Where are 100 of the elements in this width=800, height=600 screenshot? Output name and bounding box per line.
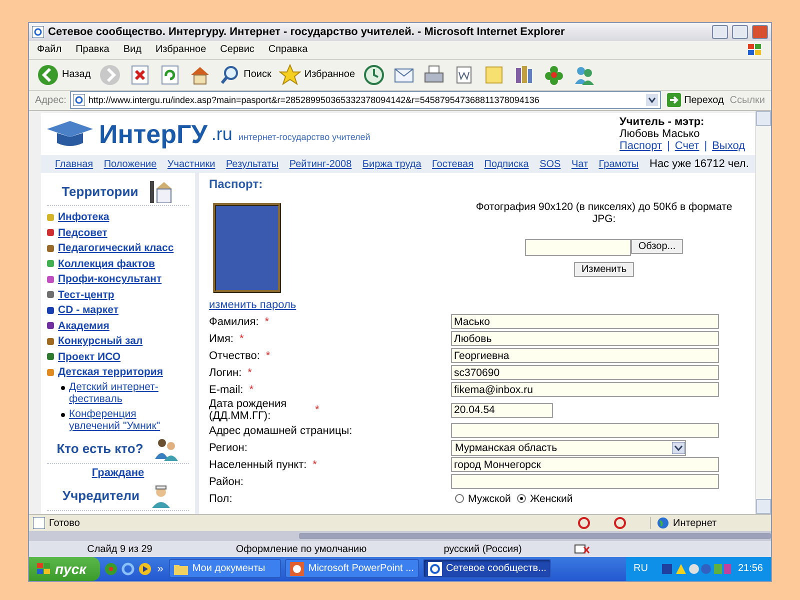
blocked-icon: [578, 517, 590, 530]
tagline: интернет-государство учителей: [238, 132, 370, 142]
tray-icons-drawing: [662, 562, 732, 576]
submit-button[interactable]: Изменить: [574, 262, 634, 278]
browser-icon[interactable]: [121, 562, 136, 576]
sidebar-link[interactable]: Коллекция фактов: [58, 258, 155, 270]
radio-option[interactable]: Женский: [516, 492, 573, 505]
section-title: Учредители: [62, 488, 140, 504]
sidebar-link[interactable]: CD - маркет: [58, 304, 118, 316]
region-dropdown[interactable]: Мурманская область: [451, 440, 686, 456]
text-field[interactable]: fikema@inbox.ru: [451, 382, 719, 398]
menu-item[interactable]: Сервис: [220, 44, 254, 56]
nav-link[interactable]: Главная: [55, 158, 94, 170]
text-field[interactable]: Георгиевна: [451, 348, 719, 364]
sidebar-link[interactable]: Детская территория: [58, 366, 163, 378]
go-button[interactable]: Переход: [665, 93, 726, 108]
sidebar-sublink[interactable]: Детский интернет-фестиваль: [69, 380, 189, 405]
maximize-button[interactable]: [732, 24, 748, 39]
menu-item[interactable]: Вид: [123, 44, 142, 56]
menu-item[interactable]: Файл: [37, 44, 62, 56]
bullet-icon: [61, 386, 65, 390]
sidebar-link[interactable]: Проект ИСО: [58, 350, 121, 363]
menu-item[interactable]: Избранное: [155, 44, 206, 56]
nav-link[interactable]: Рейтинг-2008: [289, 158, 352, 170]
windows-flag-icon: [747, 42, 763, 57]
sidebar-link[interactable]: Инфотека: [58, 211, 110, 224]
more-button[interactable]: »: [155, 562, 166, 575]
nav-link[interactable]: Участники: [167, 158, 216, 170]
file-field[interactable]: [525, 239, 632, 256]
field-label: Логин:: [209, 366, 242, 379]
text-field[interactable]: Масько: [451, 314, 719, 330]
page-icon: [73, 94, 86, 106]
menu-item[interactable]: Справка: [268, 44, 308, 56]
star-icon: [279, 64, 302, 86]
date-field[interactable]: 20.04.54: [451, 402, 553, 418]
bullet-icon: [61, 412, 65, 417]
nav-link[interactable]: Результаты: [226, 158, 279, 170]
media-player-icon[interactable]: [138, 562, 152, 576]
address-label: Адрес:: [35, 94, 66, 106]
taskbar-button[interactable]: Мои документы: [169, 559, 282, 578]
sidebar-sublink[interactable]: Конференция увлечений "Умник": [69, 408, 189, 432]
user-name: Любовь Масько: [620, 128, 701, 140]
user-role: Учитель - мэтр:: [620, 116, 706, 128]
sidebar-link[interactable]: Граждане: [92, 466, 144, 479]
field-label: Адрес домашней страницы:: [209, 424, 352, 437]
nav-link[interactable]: Гостевая: [432, 158, 474, 170]
address-field[interactable]: http://www.intergu.ru/index.asp?main=pasport&r=285289950365332378094142&r=545879547368811378094136: [70, 91, 662, 110]
scrollbar[interactable]: [299, 533, 771, 540]
page-icon: [428, 562, 442, 576]
toolbar-button[interactable]: Поиск: [216, 62, 274, 88]
nav-link[interactable]: Чат: [571, 158, 588, 170]
section-title: Кто есть кто?: [56, 441, 144, 456]
scrollbar[interactable]: [755, 111, 771, 514]
zone-label: Интернет: [673, 518, 717, 529]
text-field[interactable]: sc370690: [451, 365, 719, 380]
user-link[interactable]: Счет: [674, 140, 700, 152]
search-icon: [218, 64, 241, 86]
nav-link[interactable]: SOS: [540, 158, 561, 170]
user-link[interactable]: Выход: [712, 140, 745, 152]
arrow-icon: [667, 93, 682, 108]
field-label: Район:: [209, 476, 244, 488]
logo-text: ИнтерГУ: [99, 118, 208, 150]
sidebar-link[interactable]: Конкурсный зал: [58, 335, 143, 348]
close-button[interactable]: [752, 24, 768, 39]
text-field[interactable]: [451, 423, 719, 438]
taskbar-button[interactable]: Microsoft PowerPoint ...: [285, 559, 419, 578]
browse-button[interactable]: Обзор...: [631, 239, 683, 254]
building-icon: [148, 179, 174, 204]
minimize-button[interactable]: [712, 24, 728, 39]
page-icon: [32, 26, 44, 38]
separator: |: [667, 140, 670, 152]
field-label: Фамилия:: [209, 316, 259, 328]
field-label: Населенный пункт:: [209, 458, 307, 471]
text-field[interactable]: город Мончегорск: [451, 457, 719, 472]
sidebar-link[interactable]: Профи-консультант: [58, 273, 162, 286]
flower-icon[interactable]: [104, 562, 118, 576]
user-link[interactable]: Паспорт: [620, 140, 662, 152]
sidebar-link[interactable]: Академия: [58, 320, 110, 332]
field-label: E-mail:: [209, 384, 244, 396]
section-title: Территории: [62, 184, 138, 199]
nav-link[interactable]: Положение: [104, 158, 157, 170]
toolbar-button[interactable]: Избранное: [277, 62, 358, 88]
sidebar-link[interactable]: Тест-центр: [58, 288, 114, 301]
taskbar-button[interactable]: Сетевое сообществ...: [422, 559, 552, 578]
required-mark: *: [264, 316, 270, 328]
radio-option[interactable]: Мужской: [455, 492, 511, 505]
change-password-link[interactable]: изменить пароль: [209, 299, 747, 312]
status-text: Слайд 9 из 29: [86, 544, 154, 555]
nav-link[interactable]: Подписка: [484, 158, 529, 170]
text-field[interactable]: Любовь: [451, 331, 719, 346]
sidebar-link[interactable]: Педсовет: [58, 226, 108, 239]
field-label: Пол:: [209, 492, 232, 505]
menu-item[interactable]: Правка: [76, 44, 110, 56]
toolbar-button[interactable]: Назад: [35, 62, 93, 88]
text-field[interactable]: [451, 474, 719, 490]
window-title: Сетевое сообщество. Интергуру. Интернет - государство учителей. - Microsoft Internet Explorer: [48, 26, 566, 38]
nav-link[interactable]: Грамоты: [598, 158, 639, 170]
field-label: Дата рождения (ДД.ММ.ГГ):: [209, 398, 288, 422]
sidebar-link[interactable]: Педагогический класс: [58, 242, 174, 254]
nav-link[interactable]: Биржа труда: [362, 158, 422, 170]
